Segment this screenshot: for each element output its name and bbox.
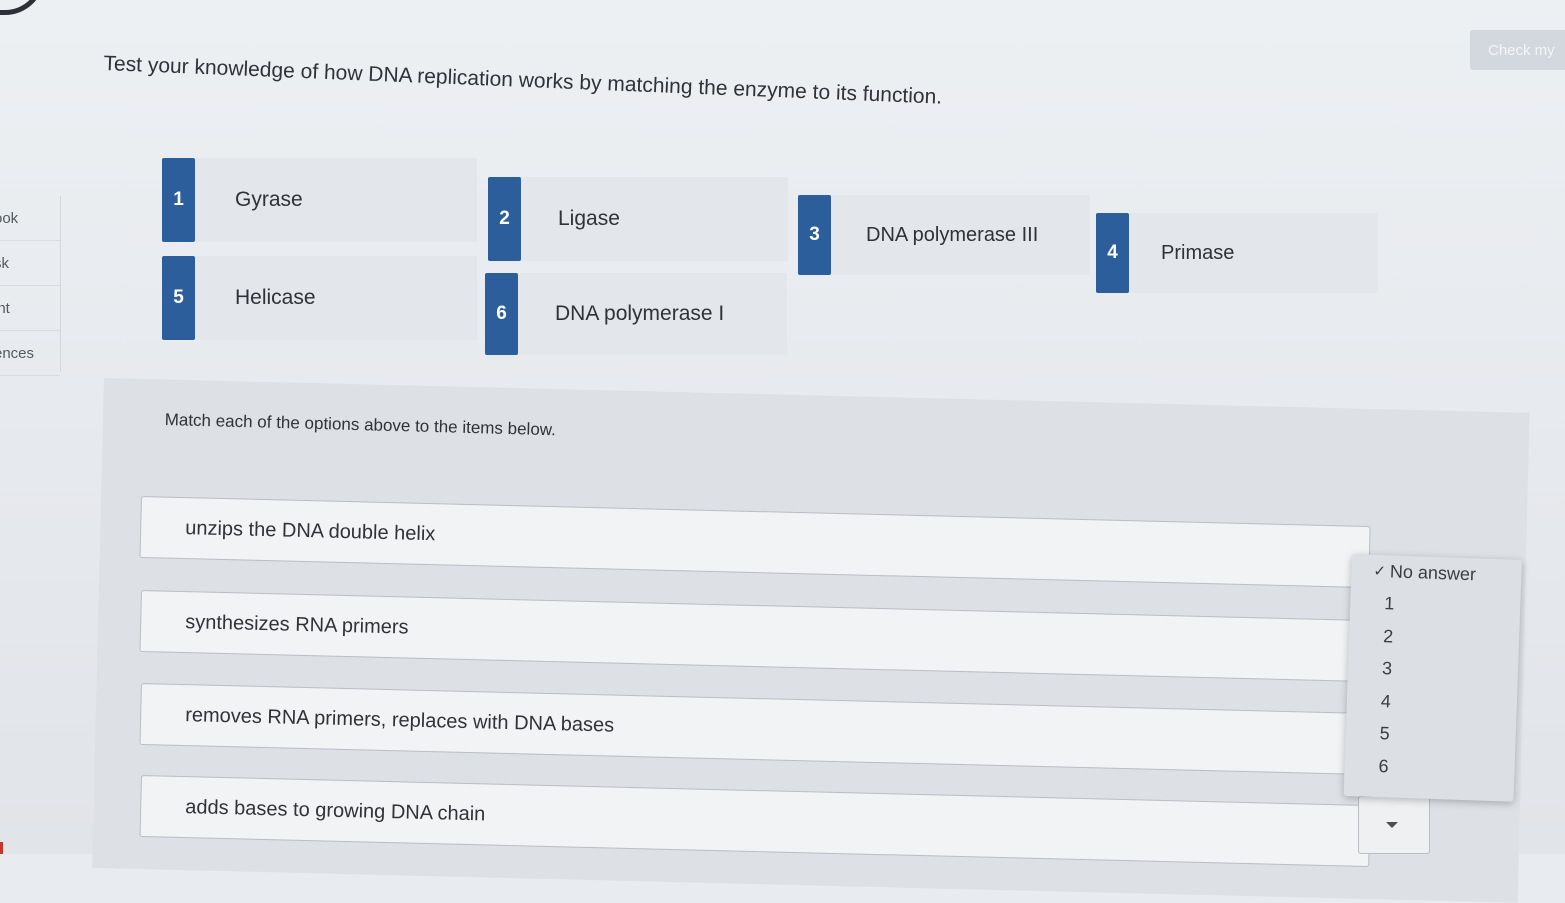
sidebar-item-print[interactable]: int (0, 286, 60, 331)
match-item-text: unzips the DNA double helix (184, 516, 436, 545)
edge-mark (0, 842, 3, 854)
question-instruction: Test your knowledge of how DNA replicati… (103, 52, 943, 109)
option-number: 5 (162, 256, 195, 340)
option-label: DNA polymerase I (555, 302, 725, 325)
screen: ook sk int ences Check my Test your know… (0, 0, 1565, 903)
match-item-text: synthesizes RNA primers (184, 610, 409, 639)
match-item-text: removes RNA primers, replaces with DNA b… (184, 703, 615, 737)
option-label: DNA polymerase III (866, 223, 1039, 246)
option-label: Ligase (558, 207, 620, 230)
chevron-down-icon (1386, 822, 1398, 828)
option-number: 1 (162, 158, 195, 242)
answer-dropdown-menu: ✓ No answer 1 2 3 4 5 6 (1343, 554, 1522, 802)
option-1[interactable]: 1 Gyrase (162, 158, 477, 242)
sidebar-item-references[interactable]: ences (0, 331, 60, 376)
option-number: 2 (488, 177, 521, 261)
option-3[interactable]: 3 DNA polymerase III (798, 195, 1090, 275)
check-my-work-button[interactable]: Check my (1470, 30, 1565, 70)
option-number: 6 (485, 273, 518, 355)
sidebar-item-ask[interactable]: sk (0, 241, 60, 286)
option-5[interactable]: 5 Helicase (162, 256, 477, 340)
option-number: 3 (798, 195, 831, 275)
option-label: Primase (1161, 241, 1235, 264)
option-label: Gyrase (235, 188, 303, 211)
checkmark-icon: ✓ (1373, 563, 1387, 581)
dropdown-option-6[interactable]: 6 (1344, 749, 1515, 787)
sidebar: ook sk int ences (0, 196, 61, 376)
option-label: Helicase (235, 286, 316, 309)
match-item-text: adds bases to growing DNA chain (184, 795, 486, 825)
option-6[interactable]: 6 DNA polymerase I (485, 273, 787, 355)
sidebar-item-ebook[interactable]: ook (0, 196, 60, 241)
refresh-icon[interactable] (0, 0, 45, 15)
option-number: 4 (1096, 213, 1129, 293)
option-2[interactable]: 2 Ligase (488, 177, 788, 261)
option-4[interactable]: 4 Primase (1096, 213, 1378, 293)
